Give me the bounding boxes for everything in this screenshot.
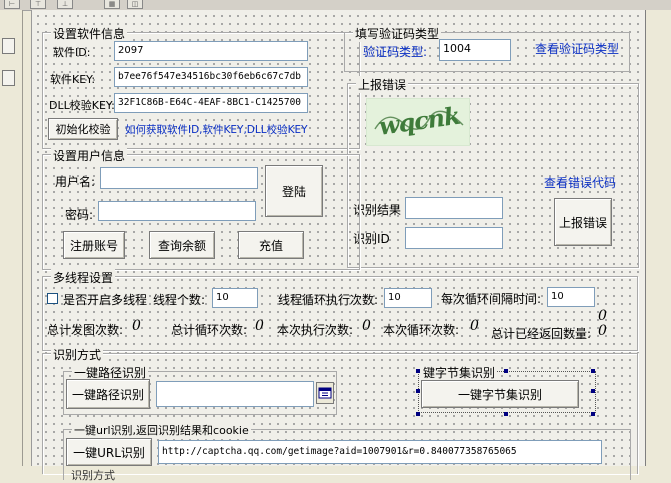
- captcha-type-title: 填写验证码类型: [353, 25, 442, 42]
- bottom-partial-label: 识别方式: [71, 469, 115, 482]
- report-error-title: 上报错误: [356, 76, 409, 93]
- username-input[interactable]: [100, 167, 258, 189]
- loop-count-label: 线程循环执行次数:: [278, 293, 379, 307]
- captcha-type-input[interactable]: 1004: [439, 39, 511, 61]
- login-button[interactable]: 登陆: [265, 165, 323, 217]
- align-grid-icon[interactable]: ▦: [104, 0, 120, 9]
- captcha-image-graphic: wqcnk: [374, 101, 464, 141]
- captcha-type-group: 填写验证码类型 验证码类型: 1004 查看验证码类型: [344, 25, 630, 72]
- calendar-icon: [318, 387, 332, 399]
- tool-icon[interactable]: [2, 38, 15, 54]
- password-label: 密码:: [65, 208, 94, 222]
- path-recognition-group: 一键路径识别 一键路径识别: [63, 364, 337, 415]
- total-returned-label: 总计已经返回数量:: [491, 327, 592, 341]
- align-bottom-icon[interactable]: ⊥: [57, 0, 73, 9]
- url-recognition-group: 一键url识别,返回识别结果和cookie 一键URL识别 http://cap…: [63, 422, 631, 480]
- software-key-label: 软件KEY:: [50, 73, 96, 86]
- selection-handle[interactable]: [416, 369, 420, 373]
- selection-handle[interactable]: [591, 369, 595, 373]
- selection-handle[interactable]: [591, 389, 595, 393]
- align-left-icon[interactable]: ⊢: [4, 0, 20, 9]
- software-info-title: 设置软件信息: [51, 25, 128, 42]
- bytes-recognition-button[interactable]: 一键字节集识别: [421, 380, 579, 408]
- resize-icon[interactable]: ◫: [127, 0, 143, 9]
- recognition-id-input[interactable]: [405, 227, 503, 249]
- tool-icon[interactable]: [2, 70, 15, 86]
- report-error-button[interactable]: 上报错误: [554, 198, 612, 246]
- check-balance-button[interactable]: 查询余额: [149, 231, 215, 259]
- captcha-image-text: wqcnk: [377, 101, 462, 141]
- align-center-icon[interactable]: ⊤: [30, 0, 46, 9]
- total-returned-value: 0: [598, 323, 607, 339]
- multithread-title: 多线程设置: [51, 269, 116, 286]
- total-loops-value: 0: [255, 318, 264, 334]
- result-label: 识别结果: [353, 203, 402, 217]
- selection-handle[interactable]: [504, 412, 508, 416]
- view-error-codes-link[interactable]: 查看错误代码: [544, 174, 616, 191]
- total-sent-value: 0: [132, 318, 141, 334]
- this-exec-value: 0: [362, 318, 371, 334]
- captcha-image: wqcnk: [366, 98, 470, 146]
- multithread-checkbox[interactable]: [47, 293, 58, 304]
- path-recognition-button[interactable]: 一键路径识别: [66, 379, 150, 409]
- selection-handle[interactable]: [416, 389, 420, 393]
- url-recognition-button[interactable]: 一键URL识别: [66, 438, 152, 466]
- view-captcha-types-link[interactable]: 查看验证码类型: [535, 40, 619, 57]
- captcha-type-label: 验证码类型:: [363, 45, 428, 59]
- total-returned-extra: 0: [598, 308, 607, 324]
- register-button[interactable]: 注册账号: [63, 231, 125, 259]
- recognition-group: 识别方式 一键路径识别 一键路径识别 键字节集识别 一键字节集识别 一键url识…: [42, 346, 638, 482]
- user-info-group: 设置用户信息 用户名: 密码: 登陆 注册账号 查询余额 充值: [42, 147, 360, 270]
- design-form: 设置软件信息 软件ID: 2097 软件KEY: b7ee76f547e3451…: [31, 10, 645, 482]
- dll-key-input[interactable]: 32F1C86B-E64C-4EAF-8BC1-C1425700: [114, 93, 308, 113]
- result-input[interactable]: [405, 197, 503, 219]
- file-browse-button[interactable]: [316, 382, 334, 404]
- selection-handle[interactable]: [416, 412, 420, 416]
- url-recognition-title: 一键url识别,返回识别结果和cookie: [72, 422, 251, 438]
- software-key-input[interactable]: b7ee76f547e34516bc30f6eb6c67c7db: [114, 67, 308, 87]
- multithread-enable-label[interactable]: 是否开启多线程: [63, 291, 147, 308]
- dll-key-label: DLL校验KEY:: [49, 99, 115, 112]
- interval-label: 每次循环间隔时间:: [441, 292, 542, 306]
- bytes-recognition-title: 键字节集识别: [421, 364, 498, 381]
- software-info-group: 设置软件信息 软件ID: 2097 软件KEY: b7ee76f547e3451…: [42, 25, 360, 149]
- selection-handle[interactable]: [504, 369, 508, 373]
- thread-count-input[interactable]: 10: [212, 288, 258, 308]
- recharge-button[interactable]: 充值: [238, 231, 304, 259]
- path-input[interactable]: [156, 381, 314, 407]
- left-tool-strip: [0, 10, 23, 466]
- designer-right-edge: [645, 10, 671, 466]
- password-input[interactable]: [98, 201, 256, 221]
- report-error-group: 上报错误 wqcnk 查看错误代码 识别结果 识别ID 上报错误: [347, 76, 639, 268]
- total-sent-label: 总计发图次数:: [47, 323, 124, 337]
- selection-handle[interactable]: [591, 412, 595, 416]
- this-exec-label: 本次执行次数:: [277, 323, 354, 337]
- url-input[interactable]: http://captcha.qq.com/getimage?aid=10079…: [158, 440, 602, 464]
- interval-input[interactable]: 10: [547, 287, 595, 307]
- software-id-input[interactable]: 2097: [114, 41, 308, 61]
- init-verify-button[interactable]: 初始化校验: [48, 118, 118, 140]
- this-loops-value: 0: [470, 318, 479, 334]
- get-keys-help-link[interactable]: 如何获取软件ID,软件KEY,DLL校验KEY: [125, 122, 308, 137]
- multithread-group: 多线程设置 是否开启多线程 线程个数: 10 线程循环执行次数: 10 每次循环…: [42, 269, 638, 351]
- username-label: 用户名:: [55, 175, 96, 189]
- loop-count-input[interactable]: 10: [384, 288, 432, 308]
- recognition-title: 识别方式: [51, 346, 104, 363]
- thread-count-label: 线程个数:: [153, 293, 206, 307]
- total-loops-label: 总计循环次数:: [171, 323, 248, 337]
- software-id-label: 软件ID:: [53, 46, 91, 59]
- user-info-title: 设置用户信息: [51, 147, 128, 164]
- bytes-recognition-group: 键字节集识别 一键字节集识别: [418, 364, 596, 413]
- this-loops-label: 本次循环次数:: [383, 323, 460, 337]
